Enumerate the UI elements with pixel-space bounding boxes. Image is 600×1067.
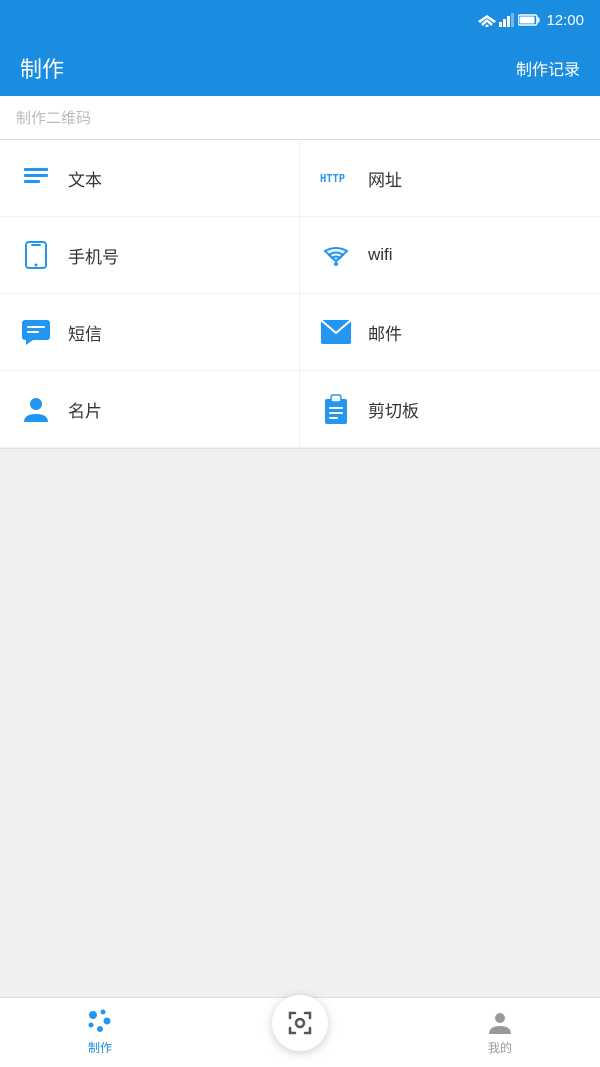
menu-item-vcard-label: 名片 [68, 397, 102, 422]
menu-item-email-label: 邮件 [368, 320, 402, 345]
menu-item-wifi[interactable]: wifi [300, 217, 600, 294]
search-bar[interactable]: 制作二维码 [0, 96, 600, 140]
menu-item-sms-label: 短信 [68, 320, 102, 345]
app-header: 制作 制作记录 [0, 40, 600, 96]
menu-item-phone[interactable]: 手机号 [0, 217, 300, 294]
sms-icon [20, 316, 52, 348]
menu-item-url[interactable]: HTTP 网址 [300, 140, 600, 217]
signal-icons [478, 13, 540, 27]
history-button[interactable]: 制作记录 [516, 56, 580, 80]
email-icon [320, 316, 352, 348]
bottom-nav: 制作 我的 [0, 997, 600, 1067]
menu-item-text-label: 文本 [68, 166, 102, 191]
nav-item-profile[interactable]: 我的 [400, 998, 600, 1067]
nav-create-label: 制作 [88, 1039, 112, 1056]
status-bar: 12:00 [0, 0, 600, 40]
search-placeholder: 制作二维码 [16, 107, 91, 128]
menu-item-phone-label: 手机号 [68, 243, 119, 268]
menu-item-wifi-label: wifi [368, 245, 393, 265]
scan-button[interactable] [272, 995, 328, 1051]
menu-item-text[interactable]: 文本 [0, 140, 300, 217]
text-icon [20, 162, 52, 194]
menu-item-clipboard[interactable]: 剪切板 [300, 371, 600, 448]
content-area [0, 449, 600, 1009]
menu-item-email[interactable]: 邮件 [300, 294, 600, 371]
menu-grid: 文本 HTTP 网址 手机号 [0, 140, 600, 449]
vcard-icon [20, 393, 52, 425]
nav-item-create[interactable]: 制作 [0, 998, 200, 1067]
menu-item-url-label: 网址 [368, 166, 402, 191]
phone-icon [20, 239, 52, 271]
wifi-icon [320, 239, 352, 271]
http-icon: HTTP [320, 162, 352, 194]
svg-text:HTTP: HTTP [320, 173, 345, 185]
menu-item-vcard[interactable]: 名片 [0, 371, 300, 448]
status-time: 12:00 [546, 12, 584, 29]
menu-item-clipboard-label: 剪切板 [368, 397, 419, 422]
clipboard-icon [320, 393, 352, 425]
page-title: 制作 [20, 52, 64, 84]
nav-profile-label: 我的 [488, 1039, 512, 1056]
nav-item-scan[interactable] [200, 998, 400, 1067]
menu-item-sms[interactable]: 短信 [0, 294, 300, 371]
